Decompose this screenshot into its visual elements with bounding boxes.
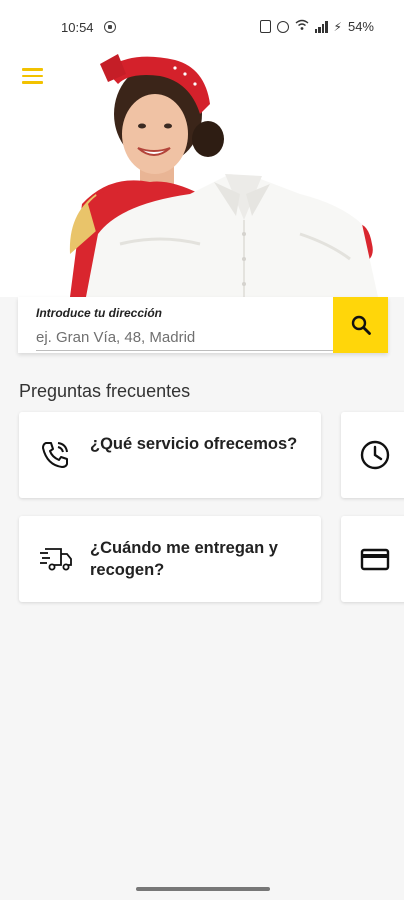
clock-icon bbox=[359, 439, 391, 476]
faq-card-delivery[interactable]: ¿Cuándo me entregan y recogen? bbox=[19, 516, 321, 602]
faq-card-schedule[interactable] bbox=[341, 412, 404, 498]
status-icons: ⚡ 54% bbox=[259, 19, 374, 34]
status-time: 10:54 bbox=[61, 20, 94, 35]
nfc-icon bbox=[259, 20, 271, 33]
credit-card-icon bbox=[359, 543, 391, 580]
battery-level: 54% bbox=[347, 19, 374, 34]
search-button[interactable] bbox=[333, 297, 388, 353]
delivery-truck-icon bbox=[39, 543, 73, 578]
faq-card-service[interactable]: ¿Qué servicio ofrecemos? bbox=[19, 412, 321, 498]
status-bar: 10:54 ⚡ 54% bbox=[0, 0, 404, 44]
home-indicator[interactable] bbox=[136, 887, 270, 891]
wifi-icon bbox=[295, 19, 309, 34]
phone-call-icon bbox=[39, 439, 71, 476]
charging-icon: ⚡ bbox=[333, 19, 342, 34]
search-icon bbox=[351, 315, 371, 335]
faq-title: Preguntas frecuentes bbox=[19, 381, 191, 401]
faq-card-payment[interactable] bbox=[341, 516, 404, 602]
signal-icon bbox=[314, 20, 328, 33]
input-underline bbox=[36, 350, 333, 351]
address-search-box: Introduce tu dirección bbox=[18, 297, 388, 353]
hero-banner bbox=[0, 44, 404, 297]
address-input[interactable] bbox=[36, 326, 336, 348]
faq-card-label: ¿Cuándo me entregan y recogen? bbox=[90, 539, 278, 579]
menu-button[interactable] bbox=[22, 68, 43, 84]
app-screen: 10:54 ⚡ 54% Introduce tu dirección ej. G… bbox=[0, 0, 404, 900]
faq-card-label: ¿Qué servicio ofrecemos? bbox=[90, 435, 298, 453]
search-label: Introduce tu dirección bbox=[36, 306, 163, 320]
alarm-icon bbox=[276, 20, 289, 33]
screen-record-icon bbox=[104, 21, 116, 33]
hero-illustration bbox=[69, 54, 378, 297]
